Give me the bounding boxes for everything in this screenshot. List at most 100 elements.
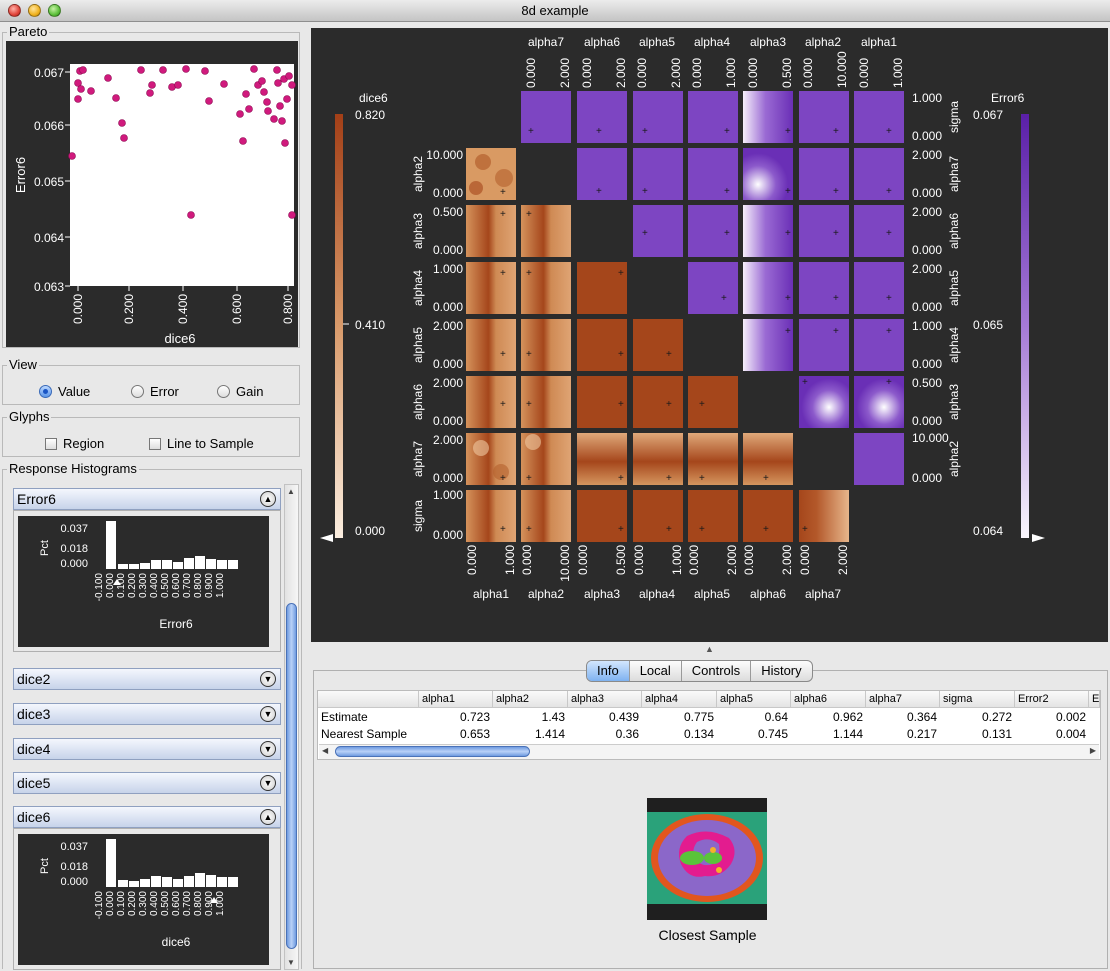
svg-text:+: +	[618, 399, 624, 410]
region-checkbox[interactable]: Region	[45, 437, 104, 451]
pareto-ytick: 0.064	[34, 231, 64, 245]
svg-text:+: +	[699, 524, 705, 535]
histogram-header-dice6[interactable]: dice6 ▲	[13, 806, 281, 828]
scrollbar-thumb[interactable]	[335, 746, 530, 757]
svg-text:0.000: 0.000	[746, 58, 760, 88]
collapse-icon[interactable]: ▲	[260, 491, 276, 507]
column-header[interactable]: Error2	[1015, 691, 1089, 708]
view-error-radio[interactable]: Error	[131, 385, 179, 399]
svg-text:0.000: 0.000	[857, 58, 871, 88]
table-cell: 0.004	[1055, 727, 1086, 741]
view-gain-radio[interactable]: Gain	[217, 385, 263, 399]
response-histograms-title: Response Histograms	[7, 461, 139, 477]
svg-text:+: +	[500, 187, 506, 198]
svg-text:+: +	[526, 349, 532, 360]
svg-text:0.000: 0.000	[433, 300, 463, 314]
split-pane-divider[interactable]: ▲	[311, 644, 1108, 654]
line-to-sample-checkbox[interactable]: Line to Sample	[149, 437, 254, 451]
svg-text:+: +	[526, 399, 532, 410]
svg-text:0.000: 0.000	[576, 545, 590, 575]
right-axis-ticks: 1.000 0.000 2.000 0.000 2.000 0.000 2.000 0.…	[912, 91, 949, 485]
column-header[interactable]: alpha4	[642, 691, 717, 708]
svg-text:alpha5: alpha5	[639, 35, 675, 49]
scroll-down-icon[interactable]: ▼	[287, 958, 295, 967]
svg-text:+: +	[886, 186, 892, 197]
tab-info[interactable]: Info	[587, 661, 630, 681]
svg-text:+: +	[886, 293, 892, 304]
pareto-title: Pareto	[7, 24, 50, 40]
svg-text:0.000: 0.000	[798, 545, 812, 575]
histogram-plot-error6[interactable]: 0.037 0.018 0.000 Pct -0.100 0.000 0.100 0.…	[18, 516, 269, 647]
histogram-name: dice3	[17, 706, 51, 722]
expand-icon[interactable]: ▼	[260, 706, 276, 722]
svg-text:+: +	[802, 524, 808, 535]
scroll-right-icon[interactable]: ▶	[1090, 746, 1096, 755]
histogram-header-dice4[interactable]: dice4 ▼	[13, 738, 281, 760]
hist-ytick: 0.037	[60, 841, 88, 853]
column-header[interactable]: alpha1	[419, 691, 493, 708]
svg-text:+: +	[833, 186, 839, 197]
column-header[interactable]: E	[1089, 691, 1100, 708]
parameter-matrix-panel[interactable]: dice6 0.820 0.410 0.000 Error6 0.067 0.0…	[311, 28, 1108, 642]
svg-text:+: +	[666, 524, 672, 535]
histogram-header-error6[interactable]: Error6 ▲	[13, 488, 281, 510]
expand-icon[interactable]: ▼	[260, 775, 276, 791]
table-horizontal-scrollbar[interactable]: ◀ ▶	[319, 744, 1099, 759]
svg-text:+: +	[500, 399, 506, 410]
close-window-button[interactable]	[8, 4, 21, 17]
error6-slider-handle[interactable]	[1032, 534, 1045, 542]
histogram-header-dice2[interactable]: dice2 ▼	[13, 668, 281, 690]
bottom-axis-ticks: 0.000 1.000 0.000 10.000 0.000 0.500 0.000 1…	[465, 545, 850, 582]
error6-colorbar: Error6 0.067 0.065 0.064	[973, 91, 1045, 542]
table-row[interactable]: Estimate 0.723 1.43 0.439 0.775 0.64 0.9…	[318, 709, 1100, 726]
column-header[interactable]: alpha6	[791, 691, 866, 708]
view-value-radio[interactable]: Value	[39, 385, 90, 399]
pareto-plot[interactable]: 0.067 0.066 0.065 0.064 0.063 0.000 0.20…	[6, 41, 298, 347]
left-axis-ticks: 10.000 0.000 0.500 0.000 1.000 0.000 2.000 0…	[426, 148, 463, 542]
svg-text:+: +	[785, 228, 791, 239]
scrollbar-thumb[interactable]	[286, 603, 297, 949]
column-header[interactable]: sigma	[940, 691, 1015, 708]
histogram-svg: 0.037 0.018 0.000 Pct -0.100 0.000 0.100 0.…	[39, 521, 238, 631]
column-header[interactable]: alpha5	[717, 691, 791, 708]
glyphs-group: Glyphs Region Line to Sample	[2, 409, 300, 457]
dice6-slider-handle[interactable]	[320, 534, 333, 542]
column-header[interactable]: alpha2	[493, 691, 568, 708]
zoom-window-button[interactable]	[48, 4, 61, 17]
histogram-list[interactable]: Error6 ▲ 0.037 0.018 0.000 Pct -0.100 0.…	[13, 482, 283, 970]
svg-text:+: +	[699, 473, 705, 484]
expand-icon[interactable]: ▼	[260, 671, 276, 687]
svg-text:alpha6: alpha6	[750, 587, 786, 601]
tab-controls[interactable]: Controls	[682, 661, 752, 681]
histogram-header-dice3[interactable]: dice3 ▼	[13, 703, 281, 725]
tab-local[interactable]: Local	[630, 661, 682, 681]
table-cell: 1.414	[534, 727, 565, 741]
histogram-scrollbar[interactable]: ▲ ▼	[284, 484, 299, 970]
tab-history[interactable]: History	[751, 661, 811, 681]
svg-text:0.500: 0.500	[160, 891, 171, 916]
histogram-plot-dice6[interactable]: 0.037 0.018 0.000 Pct -0.100 0.000 0.100 0.…	[18, 834, 269, 965]
pareto-svg: 0.067 0.066 0.065 0.064 0.063 0.000 0.20…	[13, 64, 296, 346]
minimize-window-button[interactable]	[28, 4, 41, 17]
column-header[interactable]: alpha7	[866, 691, 940, 708]
histogram-panel-dice6: 0.037 0.018 0.000 Pct -0.100 0.000 0.100 0.…	[13, 828, 281, 970]
expand-icon[interactable]: ▼	[260, 741, 276, 757]
column-header[interactable]: alpha3	[568, 691, 642, 708]
svg-text:+: +	[833, 293, 839, 304]
pareto-xtick: 0.400	[176, 294, 190, 324]
collapse-icon[interactable]: ▲	[260, 809, 276, 825]
svg-text:1.000: 1.000	[503, 545, 517, 575]
table-cell: 0.36	[615, 727, 639, 741]
closest-sample-label: Closest Sample	[658, 927, 757, 943]
scroll-up-icon[interactable]: ▲	[287, 487, 295, 496]
svg-text:+: +	[642, 126, 648, 137]
table-row[interactable]: Nearest Sample 0.653 1.414 0.36 0.134 0.…	[318, 726, 1100, 743]
scroll-left-icon[interactable]: ◀	[322, 746, 328, 755]
histogram-header-dice5[interactable]: dice5 ▼	[13, 772, 281, 794]
svg-text:10.000: 10.000	[912, 431, 949, 445]
dice6-scale-min: 0.000	[355, 524, 385, 538]
svg-text:2.000: 2.000	[558, 58, 572, 88]
table-cell: 0.439	[608, 710, 639, 724]
column-header[interactable]	[318, 691, 419, 708]
splitter-grip-icon: ▲	[705, 644, 714, 654]
